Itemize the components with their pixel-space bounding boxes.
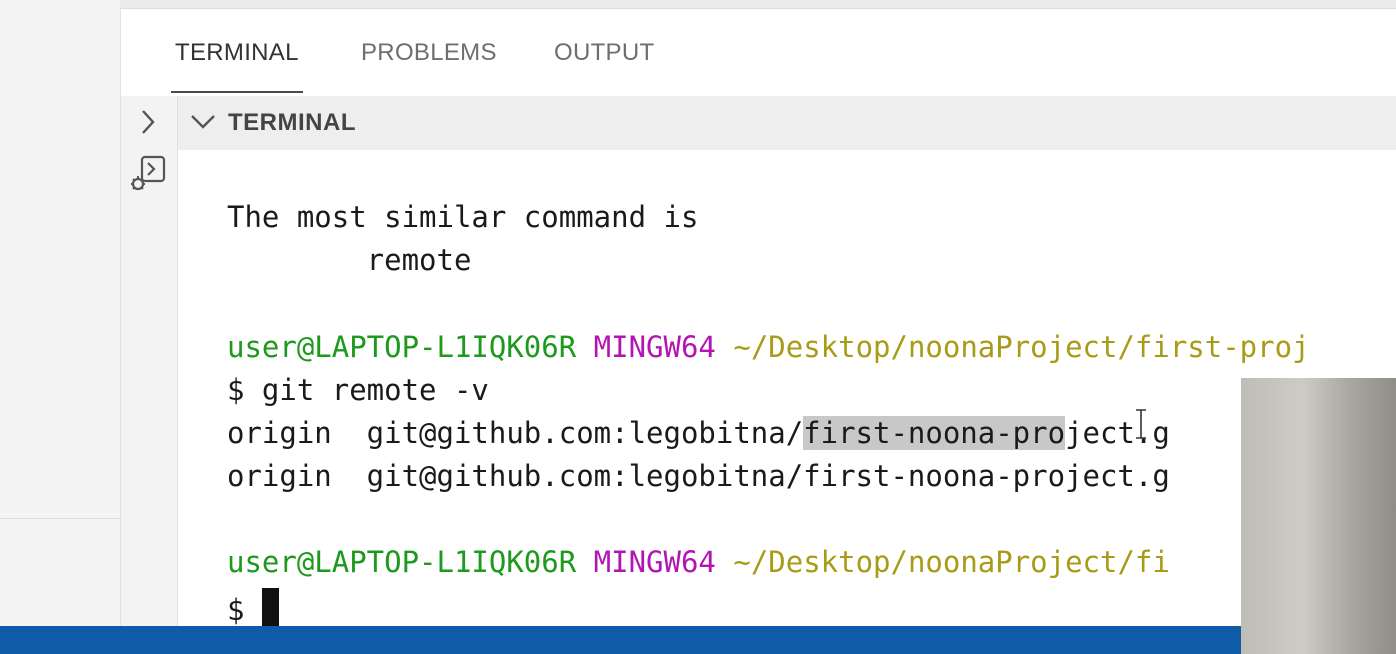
webcam-overlay — [1241, 378, 1396, 654]
terminal-output-line: origin git@github.com:legobitna/first-no… — [227, 416, 1170, 450]
tab-problems[interactable]: PROBLEMS — [361, 39, 497, 67]
prompt-host: MINGW64 — [593, 545, 716, 579]
bottom-panel: TERMINAL PROBLEMS OUTPUT TERMINAL The mo… — [121, 9, 1396, 626]
section-title: TERMINAL — [228, 109, 356, 136]
output-prefix: origin git@github.com:legobitna/ — [227, 416, 804, 450]
tab-terminal[interactable]: TERMINAL — [171, 39, 303, 93]
terminal-prompt: user@LAPTOP-L1IQK06R MINGW64 ~/Desktop/n… — [227, 545, 1170, 579]
output-suffix: ject.g — [1065, 416, 1170, 450]
chevron-down-icon[interactable] — [190, 112, 216, 135]
terminal-view[interactable]: The most similar command is remote user@… — [178, 150, 1396, 626]
terminal-line: remote — [227, 243, 472, 277]
prompt-path: ~/Desktop/noonaProject/first-proj — [733, 330, 1310, 364]
input-prompt: $ — [227, 593, 262, 626]
prompt-user: user@LAPTOP-L1IQK06R — [227, 545, 577, 579]
panel-gutter — [121, 96, 178, 626]
activity-sidebar — [0, 0, 121, 626]
text-cursor-icon — [1135, 408, 1147, 440]
prompt-path: ~/Desktop/noonaProject/fi — [733, 545, 1170, 579]
terminal-input-line[interactable]: $ — [227, 588, 279, 626]
text-selection: first-noona-pro — [803, 416, 1066, 450]
chevron-right-icon[interactable] — [139, 108, 157, 141]
panel-tabs: TERMINAL PROBLEMS OUTPUT — [121, 9, 1396, 96]
editor-top-edge — [120, 0, 1396, 9]
prompt-host: MINGW64 — [593, 330, 716, 364]
tab-output[interactable]: OUTPUT — [554, 39, 654, 67]
terminal-section-header[interactable]: TERMINAL — [178, 96, 1396, 150]
sidebar-divider — [0, 518, 120, 519]
status-bar — [0, 626, 1396, 654]
terminal-cursor — [261, 588, 279, 626]
terminal-line: The most similar command is — [227, 200, 699, 234]
prompt-user: user@LAPTOP-L1IQK06R — [227, 330, 577, 364]
terminal-output-line: origin git@github.com:legobitna/first-no… — [227, 459, 1170, 493]
terminal-command: $ git remote -v — [227, 373, 489, 407]
terminal-prompt: user@LAPTOP-L1IQK06R MINGW64 ~/Desktop/n… — [227, 330, 1310, 364]
debug-console-icon[interactable] — [127, 154, 169, 201]
